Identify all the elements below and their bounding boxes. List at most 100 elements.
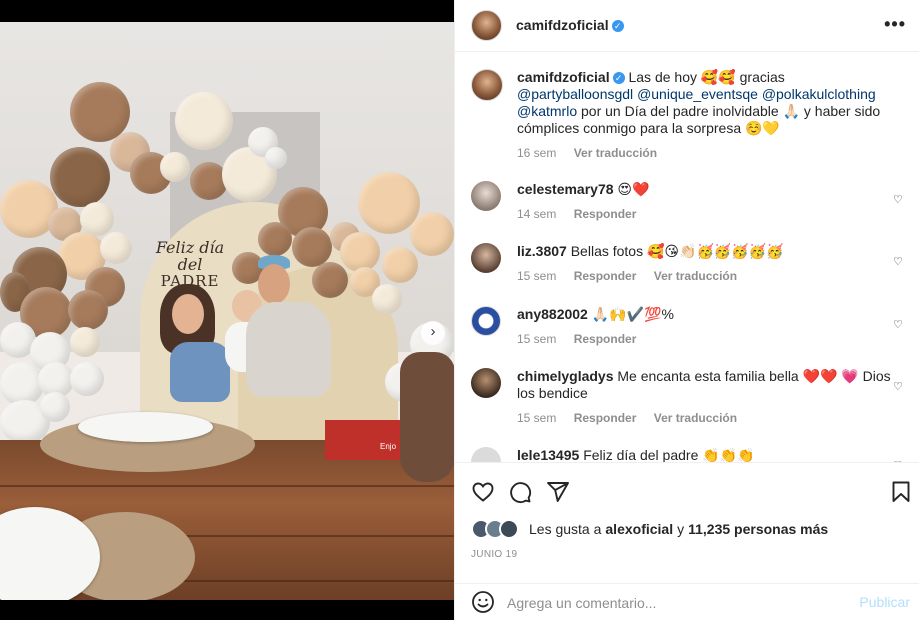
comment-bubble-icon[interactable] bbox=[508, 480, 532, 504]
comment-time[interactable]: 14 sem bbox=[517, 207, 556, 221]
comment-body: chimelygladys Me encanta esta familia be… bbox=[517, 368, 892, 427]
balloon bbox=[312, 262, 348, 298]
caption-username[interactable]: camifdzoficial bbox=[517, 69, 610, 85]
likes-count-link[interactable]: 11,235 personas más bbox=[688, 521, 828, 537]
see-translation-link[interactable]: Ver traducción bbox=[574, 146, 657, 160]
comment-avatar[interactable] bbox=[471, 306, 501, 336]
post-header: camifdzoficial ✓ ••• bbox=[455, 0, 919, 52]
author-name-wrap: camifdzoficial ✓ bbox=[516, 17, 624, 33]
publish-button[interactable]: Publicar bbox=[859, 594, 910, 610]
caption-text-1: Las de hoy 🥰🥰 gracias bbox=[628, 69, 785, 85]
reply-link[interactable]: Responder bbox=[574, 269, 637, 283]
comment-avatar[interactable] bbox=[471, 243, 501, 273]
caption-avatar[interactable] bbox=[471, 69, 503, 101]
comment-meta: 15 sem Responder Ver traducción bbox=[517, 268, 892, 285]
likes-summary: Les gusta a alexoficial y 11,235 persona… bbox=[471, 519, 828, 539]
next-photo-button[interactable]: › bbox=[421, 321, 445, 345]
caption-body: camifdzoficial ✓ Las de hoy 🥰🥰 gracias @p… bbox=[517, 69, 892, 162]
comment-time[interactable]: 15 sem bbox=[517, 332, 556, 346]
person-father-body bbox=[246, 302, 331, 397]
comment-body: celestemary78 😍❤️ 14 sem Responder bbox=[517, 181, 892, 223]
balloon bbox=[340, 232, 380, 272]
comment-meta: 14 sem Responder bbox=[517, 206, 892, 223]
balloon bbox=[410, 212, 454, 256]
like-comment-heart-icon[interactable]: ♡ bbox=[893, 255, 905, 268]
comment-username[interactable]: liz.3807 bbox=[517, 243, 567, 259]
balloon bbox=[382, 247, 418, 283]
photo-column: Feliz día del PADRE Enjo › bbox=[0, 0, 454, 620]
balloon bbox=[292, 227, 332, 267]
balloon bbox=[372, 284, 402, 314]
verified-badge-icon: ✓ bbox=[611, 20, 624, 32]
gift-box-label: Enjo bbox=[380, 442, 397, 451]
comment-text: 🙏🏻🙌✔️💯% bbox=[591, 306, 674, 322]
balloon bbox=[265, 147, 287, 169]
backdrop-sign: Feliz día del PADRE bbox=[150, 239, 230, 289]
reply-link[interactable]: Responder bbox=[574, 207, 637, 221]
comment-username[interactable]: lele13495 bbox=[517, 447, 579, 462]
balloon bbox=[80, 202, 114, 236]
author-username[interactable]: camifdzoficial bbox=[516, 17, 609, 33]
balloon bbox=[68, 290, 108, 330]
mention-link[interactable]: @katmrlo bbox=[517, 103, 577, 119]
comment-time[interactable]: 15 sem bbox=[517, 269, 556, 283]
balloon bbox=[258, 222, 292, 256]
balloon bbox=[100, 232, 132, 264]
emoji-icon[interactable] bbox=[471, 590, 495, 614]
more-horizontal-icon[interactable]: ••• bbox=[884, 14, 906, 35]
see-translation-link[interactable]: Ver traducción bbox=[654, 269, 737, 283]
gift-box: Enjo bbox=[325, 420, 405, 460]
balloon bbox=[70, 362, 104, 396]
liker-avatars bbox=[471, 519, 525, 539]
mention-link[interactable]: @unique_eventsqe bbox=[637, 86, 758, 102]
mention-link[interactable]: @polkakulclothing bbox=[762, 86, 876, 102]
comment-meta: 15 sem Responder Ver traducción bbox=[517, 410, 892, 427]
verified-badge-icon: ✓ bbox=[612, 72, 625, 84]
add-comment-bar: Publicar bbox=[455, 583, 919, 620]
person-mother-body bbox=[170, 342, 230, 402]
comment-text: Feliz día del padre 👏👏👏 bbox=[583, 447, 755, 462]
comment-username[interactable]: celestemary78 bbox=[517, 181, 614, 197]
liker-username[interactable]: alexoficial bbox=[605, 521, 673, 537]
post-date[interactable]: JUNIO 19 bbox=[471, 549, 517, 560]
balloon bbox=[175, 92, 233, 150]
caption-time[interactable]: 16 sem bbox=[517, 146, 556, 160]
comment-avatar[interactable] bbox=[471, 447, 501, 462]
author-avatar[interactable] bbox=[471, 10, 502, 41]
person-mother-face bbox=[172, 294, 204, 334]
vase bbox=[400, 352, 454, 482]
like-comment-heart-icon[interactable]: ♡ bbox=[893, 380, 905, 393]
post-side-panel: camifdzoficial ✓ ••• camifdzoficial ✓ Las … bbox=[454, 0, 919, 620]
comment-text: 😍❤️ bbox=[617, 181, 650, 197]
reply-link[interactable]: Responder bbox=[574, 332, 637, 346]
comment-body: any882002 🙏🏻🙌✔️💯% 15 sem Responder bbox=[517, 306, 892, 348]
instagram-post-modal: Feliz día del PADRE Enjo › camifdzoficia… bbox=[0, 0, 919, 620]
like-comment-heart-icon[interactable]: ♡ bbox=[893, 193, 905, 206]
balloon bbox=[70, 327, 100, 357]
comment-time[interactable]: 15 sem bbox=[517, 411, 556, 425]
like-comment-heart-icon[interactable]: ♡ bbox=[893, 318, 905, 331]
comment-meta: 15 sem Responder bbox=[517, 331, 892, 348]
post-photo[interactable]: Feliz día del PADRE Enjo › bbox=[0, 22, 454, 600]
likes-prefix: Les gusta a bbox=[529, 521, 602, 537]
comment-avatar[interactable] bbox=[471, 368, 501, 398]
save-bookmark-icon[interactable] bbox=[889, 480, 913, 504]
comments-list: camifdzoficial ✓ Las de hoy 🥰🥰 gracias @p… bbox=[455, 53, 919, 462]
add-comment-input[interactable] bbox=[507, 592, 837, 614]
balloon bbox=[40, 392, 70, 422]
comment-avatar[interactable] bbox=[471, 181, 501, 211]
mention-link[interactable]: @partyballoonsgdl bbox=[517, 86, 633, 102]
comment-username[interactable]: chimelygladys bbox=[517, 368, 614, 384]
comment-body: lele13495 Feliz día del padre 👏👏👏 bbox=[517, 447, 892, 462]
balloon bbox=[160, 152, 190, 182]
like-heart-icon[interactable] bbox=[471, 480, 495, 504]
comment-username[interactable]: any882002 bbox=[517, 306, 588, 322]
see-translation-link[interactable]: Ver traducción bbox=[654, 411, 737, 425]
liker-avatar[interactable] bbox=[499, 519, 519, 539]
likes-mid: y bbox=[677, 521, 685, 537]
share-paper-plane-icon[interactable] bbox=[546, 480, 570, 504]
reply-link[interactable]: Responder bbox=[574, 411, 637, 425]
plate bbox=[78, 412, 213, 442]
comment-body: liz.3807 Bellas fotos 🥰😘👏🏻🥳🥳🥳🥳🥳 15 sem R… bbox=[517, 243, 892, 285]
post-actions: Les gusta a alexoficial y 11,235 persona… bbox=[455, 462, 919, 619]
